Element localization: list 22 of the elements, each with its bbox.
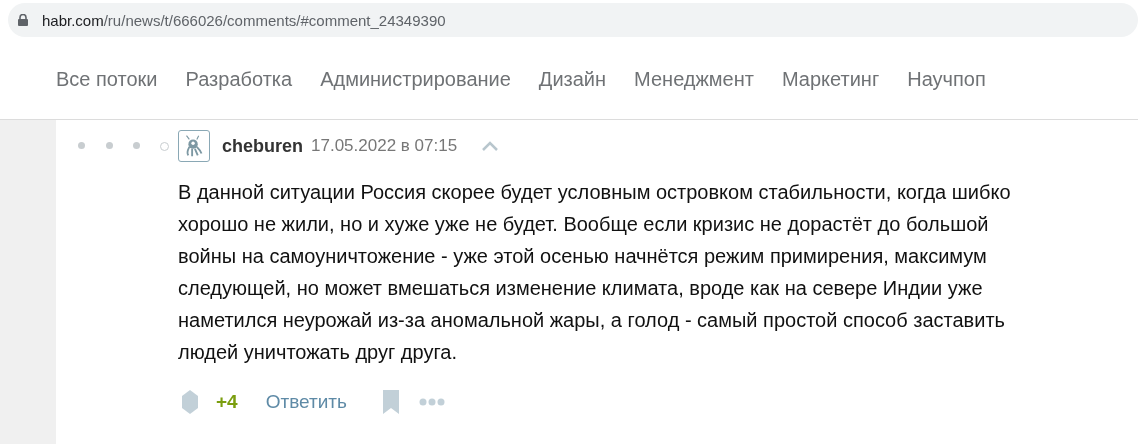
comment-text: В данной ситуации Россия скорее будет условным островком стабильности, когда шибко хорошо не жили, но и хуже уже не будет. Вообще если кризис не дорастёт до большой войны на самоуничтожение - уже этой осенью начнётся режим примирения, максимум следующей, но может вмешаться изменение климата, вроде как на севере Индии уже наметился неурожай из-за аномальной жары, а голод - самый простой способ заставить людей уничтожать друг друга. — [178, 180, 1012, 365]
thread-dot — [133, 141, 141, 149]
address-bar[interactable]: habr.com/ru/news/t/666026/comments/#comment_24349390 — [8, 3, 1138, 37]
comment-score: +4 — [216, 391, 238, 413]
nav-link[interactable]: Менеджмент — [634, 68, 754, 91]
comment-date[interactable]: 17.05.2022 в 07:15 — [311, 136, 458, 156]
thread-dot — [78, 141, 86, 149]
reply-link[interactable]: Ответить — [265, 391, 347, 413]
nav-link[interactable]: Маркетинг — [781, 68, 880, 91]
thread-dot — [105, 141, 113, 149]
url-text: habr.com/ru/news/t/666026/comments/#comment_24349390 — [42, 11, 446, 29]
nav-link[interactable]: Дизайн — [538, 68, 607, 91]
avatar-icon[interactable] — [178, 130, 210, 162]
author-name[interactable]: cheburen — [222, 135, 304, 157]
bookmark-icon[interactable] — [382, 390, 399, 414]
caret-icon[interactable] — [481, 140, 500, 152]
nav-link[interactable]: Разработка — [185, 68, 293, 91]
nav-link[interactable]: Научпоп — [907, 68, 986, 91]
lock-icon — [18, 14, 28, 26]
nav-link[interactable]: Все потоки — [56, 68, 158, 91]
more-icon[interactable] — [418, 398, 445, 406]
nav-link[interactable]: Администрирование — [320, 68, 511, 91]
